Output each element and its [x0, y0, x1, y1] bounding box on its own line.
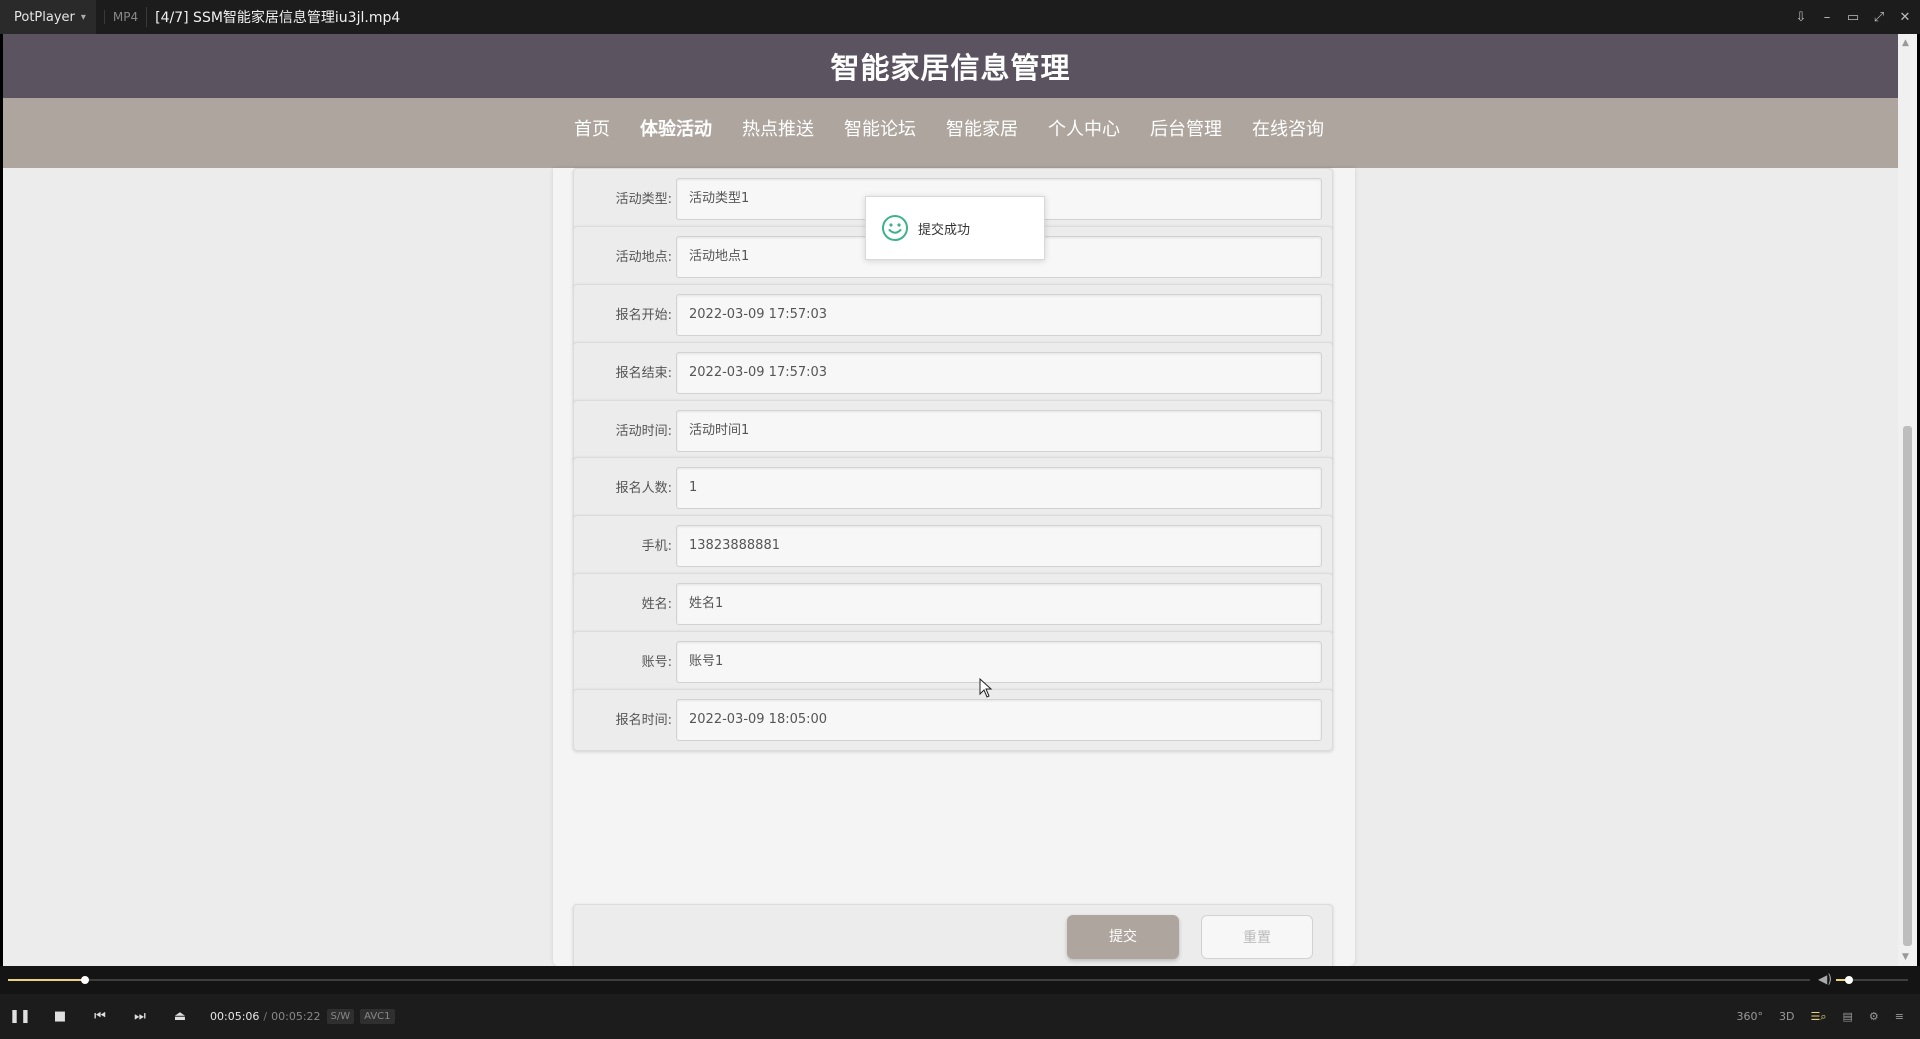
toast-message: 提交成功 — [918, 222, 971, 238]
scroll-down-icon[interactable]: ▼ — [1902, 952, 1909, 962]
player-menu-button[interactable]: PotPlayer ▾ — [0, 0, 96, 34]
form-label: 姓名: — [641, 597, 672, 612]
nav-item[interactable]: 在线咨询 — [1237, 115, 1339, 141]
nav-items: 首页 体验活动 热点推送 智能论坛 智能家居 个人中心 后台管理 在线咨询 — [559, 98, 1339, 158]
seek-progress — [8, 979, 86, 981]
time-separator: / — [263, 1010, 268, 1023]
form-label: 报名开始: — [615, 308, 672, 323]
form-label: 账号: — [641, 655, 672, 670]
file-format-label: MP4 — [103, 10, 146, 24]
form-input[interactable]: 1 — [676, 467, 1322, 509]
form-label: 活动类型: — [615, 192, 672, 207]
player-controls: ❚❚ ■ ⏮ ⏭ ⏏ 00:05:06 / 00:05:22 S/W AVC1 … — [0, 994, 1920, 1039]
form-row: 活动时间: 活动时间1 — [573, 400, 1333, 462]
playlist-search-icon[interactable]: ☰⌕ — [1810, 1010, 1826, 1024]
form-label: 报名时间: — [615, 713, 672, 728]
pin-icon[interactable]: ⇩ — [1794, 10, 1808, 25]
chevron-down-icon: ▾ — [80, 11, 86, 23]
nav-item[interactable]: 智能论坛 — [829, 115, 931, 141]
subtitle-icon[interactable]: ▤ — [1843, 1010, 1853, 1023]
time-current: 00:05:06 — [210, 1010, 260, 1023]
stop-icon[interactable]: ■ — [40, 1009, 80, 1024]
3d-button[interactable]: 3D — [1779, 1010, 1794, 1023]
volume-icon[interactable]: ◀) — [1818, 972, 1832, 986]
form-row: 报名时间: 2022-03-09 18:05:00 — [573, 689, 1333, 751]
video-frame: 智能家居信息管理 首页 体验活动 热点推送 智能论坛 智能家居 个人中心 后台管理 在线咨询 … — [3, 34, 1917, 966]
form-input[interactable]: 姓名1 — [676, 583, 1322, 625]
time-total: 00:05:22 — [271, 1010, 321, 1023]
codec-badge[interactable]: AVC1 — [360, 1009, 395, 1024]
nav-item[interactable]: 个人中心 — [1033, 115, 1135, 141]
previous-icon[interactable]: ⏮ — [80, 1009, 120, 1024]
player-brand: PotPlayer — [14, 9, 75, 25]
nav-item[interactable]: 智能家居 — [931, 115, 1033, 141]
form-row: 姓名: 姓名1 — [573, 573, 1333, 635]
signup-form: 提交 重置 活动类型: 活动类型1 活动地点: 活动地点1 报名开始: 2022-03-0… — [553, 168, 1355, 966]
scroll-up-icon[interactable]: ▲ — [1902, 38, 1909, 48]
next-icon[interactable]: ⏭ — [120, 1009, 160, 1024]
vr-360-button[interactable]: 360° — [1737, 1010, 1764, 1023]
site-nav: 首页 体验活动 热点推送 智能论坛 智能家居 个人中心 后台管理 在线咨询 — [3, 98, 1898, 232]
volume-handle[interactable] — [1844, 976, 1853, 984]
seek-handle[interactable] — [81, 976, 90, 984]
nav-item[interactable]: 热点推送 — [727, 115, 829, 141]
nav-item[interactable]: 体验活动 — [625, 115, 727, 141]
form-input[interactable]: 活动时间1 — [676, 410, 1322, 452]
minimize-icon[interactable]: – — [1820, 10, 1834, 25]
form-input[interactable]: 13823888881 — [676, 525, 1322, 567]
volume-slider[interactable] — [1836, 976, 1908, 984]
nav-item[interactable]: 首页 — [559, 115, 625, 141]
player-titlebar: PotPlayer ▾ MP4 [4/7] SSM智能家居信息管理iu3jl.m… — [0, 0, 1920, 34]
form-row: 账号: 账号1 — [573, 631, 1333, 693]
maximize-icon[interactable]: ▭ — [1846, 10, 1860, 25]
form-label: 活动地点: — [615, 250, 672, 265]
nav-item[interactable]: 后台管理 — [1135, 115, 1237, 141]
site-title: 智能家居信息管理 — [830, 51, 1071, 85]
submit-button[interactable]: 提交 — [1067, 915, 1179, 959]
form-row: 手机: 13823888881 — [573, 515, 1333, 577]
form-input[interactable]: 账号1 — [676, 641, 1322, 683]
pause-icon[interactable]: ❚❚ — [0, 1009, 40, 1024]
form-actions: 提交 重置 — [573, 904, 1333, 966]
success-toast: 提交成功 — [865, 196, 1045, 260]
smile-icon — [882, 215, 908, 241]
mouse-cursor-icon — [979, 678, 993, 698]
form-label: 报名人数: — [615, 481, 672, 496]
site-header: 智能家居信息管理 — [3, 34, 1898, 98]
form-input[interactable]: 2022-03-09 18:05:00 — [676, 699, 1322, 741]
scroll-thumb[interactable] — [1903, 426, 1912, 946]
seek-slider[interactable] — [8, 976, 1810, 984]
eject-icon[interactable]: ⏏ — [160, 1009, 200, 1024]
form-label: 报名结束: — [615, 366, 672, 381]
file-title: [4/7] SSM智能家居信息管理iu3jl.mp4 — [146, 7, 400, 27]
menu-icon[interactable]: ≡ — [1895, 1010, 1904, 1023]
seek-area: ◀) — [0, 966, 1920, 994]
fullscreen-icon[interactable]: ⤢ — [1872, 10, 1886, 25]
form-label: 手机: — [641, 539, 672, 554]
page-scrollbar[interactable]: ▲ ▼ — [1898, 34, 1917, 966]
form-row: 报名人数: 1 — [573, 457, 1333, 519]
form-row: 报名开始: 2022-03-09 17:57:03 — [573, 284, 1333, 346]
form-input[interactable]: 2022-03-09 17:57:03 — [676, 294, 1322, 336]
form-row: 报名结束: 2022-03-09 17:57:03 — [573, 342, 1333, 404]
close-icon[interactable]: ✕ — [1898, 10, 1912, 25]
sw-badge[interactable]: S/W — [326, 1009, 355, 1024]
settings-gear-icon[interactable]: ⚙ — [1869, 1010, 1879, 1023]
form-label: 活动时间: — [615, 424, 672, 439]
window-controls: ⇩ – ▭ ⤢ ✕ — [1794, 0, 1912, 34]
player-right-controls: 360° 3D ☰⌕ ▤ ⚙ ≡ — [1737, 994, 1905, 1039]
form-input[interactable]: 2022-03-09 17:57:03 — [676, 352, 1322, 394]
reset-button[interactable]: 重置 — [1201, 915, 1313, 959]
